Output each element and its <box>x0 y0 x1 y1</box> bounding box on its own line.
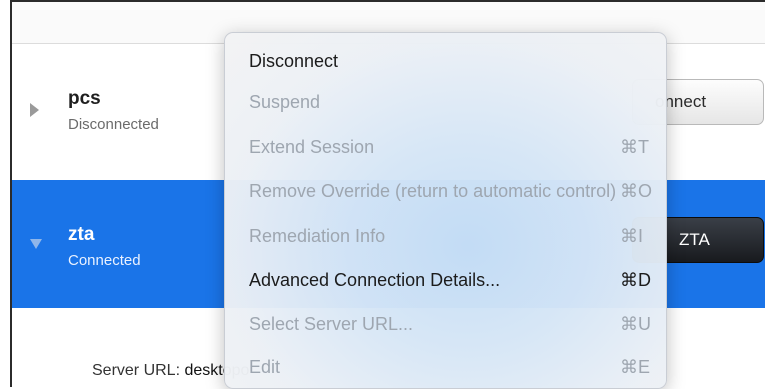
context-menu: Disconnect Suspend Extend Session ⌘T Rem… <box>224 32 667 389</box>
menu-item-remediation-info[interactable]: Remediation Info ⌘I <box>249 222 656 254</box>
menu-item-label: Edit <box>249 357 281 377</box>
server-url-label: Server URL: <box>92 362 181 379</box>
disclosure-triangle-down-icon[interactable] <box>30 239 42 249</box>
menu-item-label: Suspend <box>249 92 321 112</box>
menu-item-label: Remove Override (return to automatic con… <box>249 181 617 201</box>
connection-name: pcs <box>68 88 101 109</box>
menu-item-shortcut: ⌘E <box>620 357 651 377</box>
disclosure-triangle-right-icon[interactable] <box>30 103 39 117</box>
zta-button-label: ZTA <box>679 230 710 249</box>
menu-item-label: Select Server URL... <box>249 314 414 334</box>
menu-item-shortcut: ⌘O <box>620 181 653 201</box>
menu-item-edit[interactable]: Edit ⌘E <box>249 353 656 385</box>
menu-item-suspend[interactable]: Suspend <box>249 88 656 120</box>
connection-status: Connected <box>68 252 141 269</box>
menu-item-label: Extend Session <box>249 137 375 157</box>
menu-item-shortcut: ⌘I <box>620 226 644 246</box>
connection-name: zta <box>68 224 95 245</box>
menu-item-advanced-connection-details[interactable]: Advanced Connection Details... ⌘D <box>249 266 656 298</box>
menu-item-shortcut: ⌘D <box>620 270 651 290</box>
menu-item-extend-session[interactable]: Extend Session ⌘T <box>249 133 656 165</box>
menu-item-label: Disconnect <box>249 51 339 71</box>
menu-item-label: Remediation Info <box>249 226 386 246</box>
menu-item-disconnect[interactable]: Disconnect <box>249 47 656 79</box>
menu-item-label: Advanced Connection Details... <box>249 270 501 290</box>
connection-status: Disconnected <box>68 116 159 133</box>
menu-item-shortcut: ⌘U <box>620 314 651 334</box>
menu-item-remove-override[interactable]: Remove Override (return to automatic con… <box>249 177 656 209</box>
menu-item-select-server-url[interactable]: Select Server URL... ⌘U <box>249 310 656 342</box>
menu-item-shortcut: ⌘T <box>620 137 649 157</box>
